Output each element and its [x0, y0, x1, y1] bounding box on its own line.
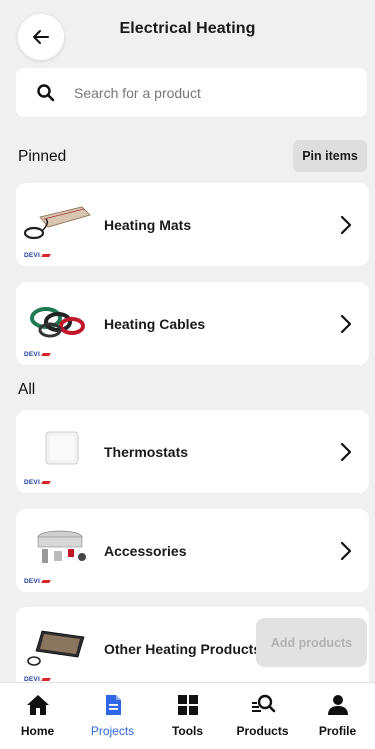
search-bar[interactable] — [16, 68, 367, 117]
grid-icon — [175, 692, 201, 718]
card-label: Heating Mats — [104, 216, 192, 233]
nav-label: Home — [20, 724, 55, 738]
heating-mats-image: DEVI — [20, 193, 100, 259]
devi-logo: DEVI — [24, 351, 50, 358]
nav-label: Tools — [171, 724, 204, 738]
app-header: Electrical Heating — [0, 0, 375, 60]
chevron-right-icon — [340, 442, 352, 462]
card-label: Accessories — [104, 542, 187, 559]
document-icon — [100, 692, 126, 718]
chevron-right-icon — [340, 314, 352, 334]
accessories-image: DEVI — [20, 519, 100, 585]
pinned-section-label: Pinned — [18, 148, 67, 165]
card-label: Thermostats — [104, 443, 189, 460]
devi-logo: DEVI — [24, 479, 50, 486]
nav-item-projects[interactable]: Projects — [75, 683, 150, 749]
nav-label: Profile — [318, 724, 357, 738]
home-icon — [25, 692, 51, 718]
product-card-heating-mats[interactable]: DEVI Heating Mats — [16, 183, 369, 266]
nav-item-profile[interactable]: Profile — [300, 683, 375, 749]
product-card-heating-cables[interactable]: DEVI Heating Cables — [16, 282, 369, 365]
devi-logo: DEVI — [24, 252, 50, 259]
product-search-icon — [250, 692, 276, 718]
all-section-label: All — [18, 381, 36, 398]
search-icon — [36, 82, 58, 104]
chevron-right-icon — [340, 215, 352, 235]
person-icon — [325, 692, 351, 718]
add-products-button[interactable]: Add products — [256, 618, 367, 667]
thermostats-image: DEVI — [20, 420, 100, 486]
product-card-accessories[interactable]: DEVI Accessories — [16, 509, 369, 592]
pin-items-button[interactable]: Pin items — [293, 140, 367, 172]
page-title: Electrical Heating — [119, 20, 256, 37]
product-card-thermostats[interactable]: DEVI Thermostats — [16, 410, 369, 493]
chevron-right-icon — [340, 541, 352, 561]
heating-cables-image: DEVI — [20, 292, 100, 358]
other-heating-products-image: DEVI — [20, 617, 100, 683]
nav-item-tools[interactable]: Tools — [150, 683, 225, 749]
nav-item-home[interactable]: Home — [0, 683, 75, 749]
devi-logo: DEVI — [24, 578, 50, 585]
card-label: Other Heating Products — [104, 640, 262, 657]
search-input[interactable] — [74, 84, 334, 101]
card-label: Heating Cables — [104, 315, 206, 332]
nav-label: Projects — [90, 724, 135, 738]
nav-item-products[interactable]: Products — [225, 683, 300, 749]
nav-label: Products — [236, 724, 289, 738]
bottom-nav: Home Projects Tools Products Profile — [0, 682, 375, 749]
